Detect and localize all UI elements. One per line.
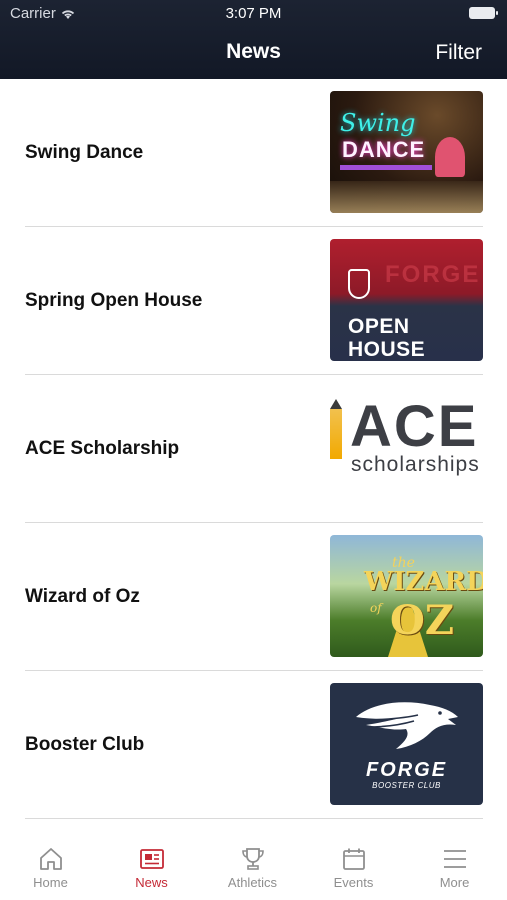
thumbnail-text: Swing xyxy=(340,109,416,137)
news-item-spring-open-house[interactable]: Spring Open House FORGE OPEN HOUSE xyxy=(0,227,507,375)
tab-athletics[interactable]: Athletics xyxy=(202,827,303,900)
dance-floor-graphic xyxy=(330,181,483,213)
battery-icon xyxy=(469,7,498,19)
trophy-icon xyxy=(241,848,264,870)
tab-home[interactable]: Home xyxy=(0,827,101,900)
thumbnail-text: BOOSTER CLUB xyxy=(372,781,441,790)
news-thumbnail: the WIZARD of OZ xyxy=(330,535,483,657)
dancer-graphic xyxy=(435,137,465,177)
page-title: News xyxy=(226,40,281,63)
tab-label: Athletics xyxy=(227,875,278,890)
decorative-strip xyxy=(340,165,432,170)
thumbnail-background-text: FORGE xyxy=(385,261,481,288)
news-screen: Carrier 3:07 PM News Filter Swing Dance … xyxy=(0,0,507,900)
news-item-title: ACE Scholarship xyxy=(25,438,180,459)
home-icon xyxy=(39,848,62,870)
thumbnail-text: WIZARD xyxy=(364,567,483,597)
thumbnail-text: of xyxy=(370,601,382,615)
phoenix-logo-icon xyxy=(356,702,458,749)
filter-button[interactable]: Filter xyxy=(435,41,482,65)
news-item-title: Spring Open House xyxy=(25,290,203,311)
news-thumbnail: FORGE BOOSTER CLUB xyxy=(330,683,483,805)
news-thumbnail: FORGE OPEN HOUSE xyxy=(330,239,483,361)
bottom-tab-bar: Home News Athletics Events More xyxy=(0,827,507,900)
thumbnail-text: OPEN xyxy=(348,315,410,338)
news-item-ace-scholarship[interactable]: ACE Scholarship ACE scholarships xyxy=(0,375,507,523)
news-item-swing-dance[interactable]: Swing Dance Swing DANCE xyxy=(0,79,507,227)
news-thumbnail: Swing DANCE xyxy=(330,91,483,213)
news-item-wizard-of-oz[interactable]: Wizard of Oz the WIZARD of OZ xyxy=(0,523,507,671)
thumbnail-text: FORGE xyxy=(365,759,448,781)
tab-label: Events xyxy=(333,875,374,890)
status-time: 3:07 PM xyxy=(225,5,282,22)
status-bar: Carrier 3:07 PM xyxy=(0,0,507,28)
thumbnail-text: OZ xyxy=(390,597,455,644)
crest-icon xyxy=(348,269,370,299)
menu-icon xyxy=(443,850,466,868)
tab-label: News xyxy=(135,875,168,890)
newspaper-icon xyxy=(139,849,164,869)
thumbnail-text: ACE xyxy=(350,394,479,459)
news-list: Swing Dance Swing DANCE Spring Open Hous… xyxy=(0,79,507,819)
tab-news[interactable]: News xyxy=(101,827,202,900)
thumbnail-text: DANCE xyxy=(342,137,426,162)
tab-more[interactable]: More xyxy=(404,827,505,900)
pencil-icon xyxy=(330,399,342,459)
news-item-title: Booster Club xyxy=(25,734,145,755)
calendar-icon xyxy=(342,848,365,870)
tab-events[interactable]: Events xyxy=(303,827,404,900)
top-navigation-bar: Carrier 3:07 PM News Filter xyxy=(0,0,507,79)
tab-label: More xyxy=(439,875,470,890)
row-divider xyxy=(25,818,483,819)
news-thumbnail: ACE scholarships xyxy=(330,387,483,509)
news-item-booster-club[interactable]: Booster Club FORGE BOOSTER CLUB xyxy=(0,671,507,819)
news-item-title: Swing Dance xyxy=(25,142,144,163)
tab-label: Home xyxy=(33,875,68,890)
thumbnail-text: HOUSE xyxy=(348,338,426,361)
thumbnail-text: scholarships xyxy=(351,453,480,476)
news-item-title: Wizard of Oz xyxy=(25,586,140,607)
